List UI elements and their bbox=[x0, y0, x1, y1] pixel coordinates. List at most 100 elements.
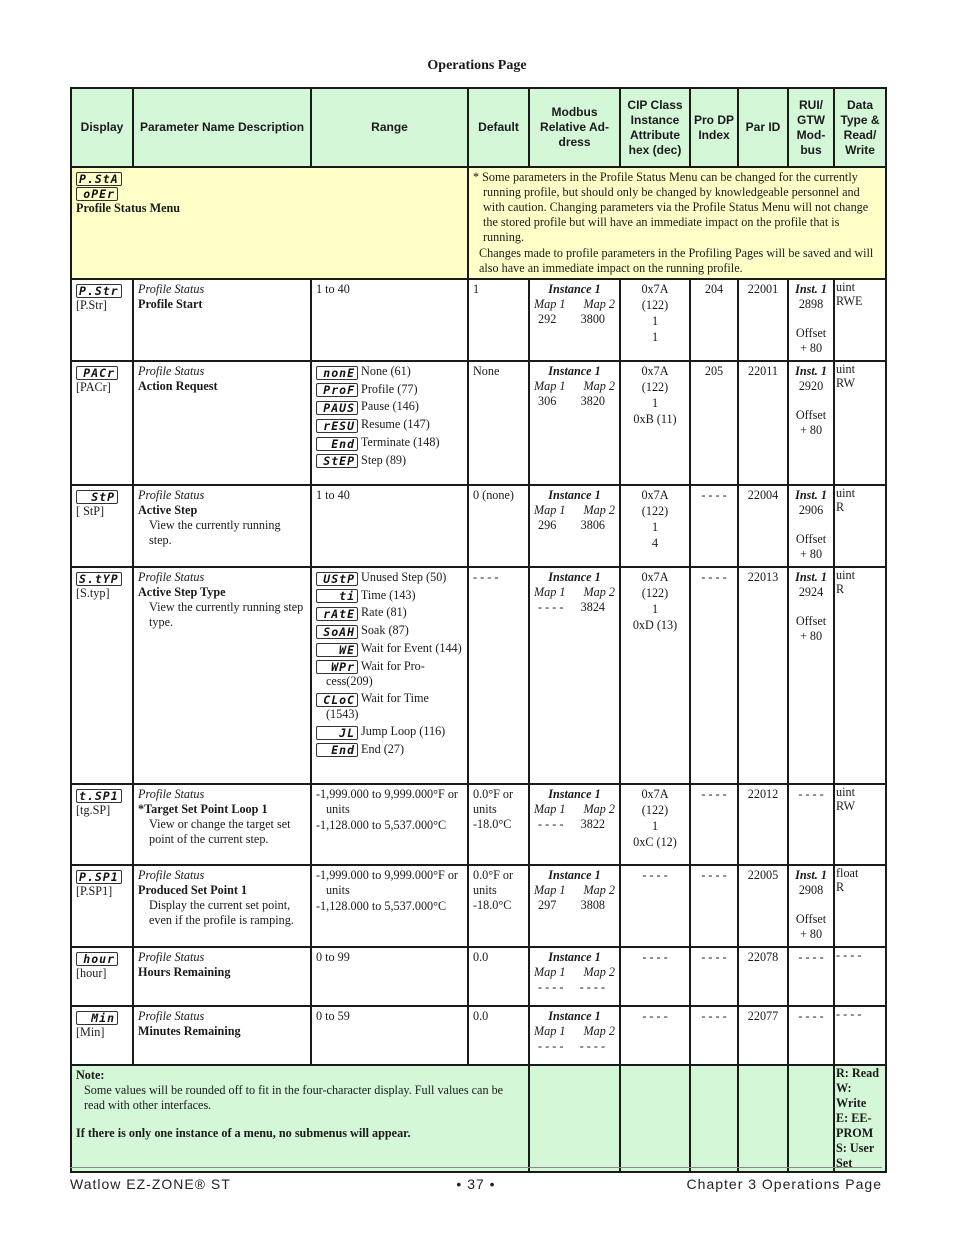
default-value: 0.0 bbox=[473, 950, 489, 964]
note-row: Note: Some values will be rounded off to… bbox=[70, 1064, 887, 1173]
parameter-cell: Profile Status Profile Start bbox=[132, 278, 312, 362]
range-option: UStP Unused Step (50) bbox=[316, 570, 463, 586]
data-type: uint bbox=[836, 785, 855, 799]
display-abbreviation: [ StP] bbox=[76, 503, 105, 518]
cip-value: 1 bbox=[651, 520, 659, 534]
parameter-name: Active Step Type bbox=[138, 585, 226, 599]
parameter-row: S.tYP [S.typ] Profile Status Active Step Ty… bbox=[70, 566, 887, 785]
rui-value: 2906 bbox=[798, 503, 824, 517]
prodp-value: - - - - bbox=[701, 1009, 727, 1023]
display-cell: hour [hour] bbox=[70, 946, 134, 1007]
prodp-cell: - - - - bbox=[689, 566, 739, 785]
parameter-cell: Profile Status Action Request bbox=[132, 360, 312, 486]
map2-value: 3808 bbox=[580, 898, 605, 912]
note-empty-cell bbox=[689, 1064, 739, 1173]
default-cell: 1 bbox=[467, 278, 530, 362]
parameter-cell: Profile Status Minutes Remaining bbox=[132, 1005, 312, 1066]
display-abbreviation: [PACr] bbox=[76, 379, 111, 394]
parameter-name: Action Request bbox=[138, 379, 218, 393]
range-value: -1,128.000 to 5,537.000°C bbox=[316, 899, 447, 913]
lcd-option-icon: UStP bbox=[316, 571, 358, 586]
read-write: R bbox=[836, 880, 845, 894]
data-type: - - - - bbox=[836, 1007, 862, 1021]
cip-cell: - - - - bbox=[619, 946, 691, 1007]
default-cell: 0.0 bbox=[467, 1005, 530, 1066]
parameter-cell: Profile Status Active Step Type View the c… bbox=[132, 566, 312, 785]
modbus-cell: Instance 1 Map 1 Map 2 306 3820 bbox=[528, 360, 621, 486]
default-cell: - - - - bbox=[467, 566, 530, 785]
range-option: WPr Wait for Pro-cess(209) bbox=[316, 659, 463, 690]
cip-value: - - - - bbox=[642, 868, 668, 882]
parameter-cell: Profile Status *Target Set Point Loop 1 Vi… bbox=[132, 783, 312, 866]
range-option: CLoC Wait for Time (1543) bbox=[316, 691, 463, 722]
prodp-value: 204 bbox=[704, 282, 724, 296]
modbus-instance: Instance 1 bbox=[548, 282, 601, 296]
cip-value: 0x7A bbox=[641, 364, 669, 378]
modbus-cell: Instance 1 Map 1 Map 2 292 3800 bbox=[528, 278, 621, 362]
range-option: ti Time (143) bbox=[316, 588, 463, 604]
rui-value: - - - - bbox=[798, 1009, 824, 1023]
modbus-instance: Instance 1 bbox=[548, 950, 601, 964]
display-cell: PACr [PACr] bbox=[70, 360, 134, 486]
display-abbreviation: [Min] bbox=[76, 1024, 105, 1039]
prodp-value: - - - - bbox=[701, 570, 727, 584]
lcd-display-icon: oPEr bbox=[76, 187, 118, 202]
lcd-option-icon: End bbox=[316, 436, 358, 451]
legend-item: W: Write bbox=[836, 1081, 867, 1110]
lcd-option-icon: rAtE bbox=[316, 607, 358, 622]
map2-label: Map 2 bbox=[583, 379, 615, 393]
read-write: R bbox=[836, 500, 845, 514]
parid-value: 22012 bbox=[747, 787, 779, 801]
parameter-row: P.SP1 [P.SP1] Profile Status Produced Set P… bbox=[70, 864, 887, 948]
parameter-row: t.SP1 [tg.SP] Profile Status *Target Set Po… bbox=[70, 783, 887, 866]
parid-value: 22078 bbox=[747, 950, 779, 964]
parid-cell: 22011 bbox=[737, 360, 789, 486]
col-header-prodp: Pro DP Index bbox=[689, 87, 739, 168]
range-value: 0 to 99 bbox=[316, 950, 350, 964]
data-type: float bbox=[836, 866, 859, 880]
map1-label: Map 1 bbox=[534, 1024, 566, 1038]
map1-value: 292 bbox=[538, 312, 557, 326]
map2-value: - - - - bbox=[579, 1039, 605, 1053]
display-abbreviation: [hour] bbox=[76, 965, 107, 980]
map1-label: Map 1 bbox=[534, 297, 566, 311]
parid-cell: 22005 bbox=[737, 864, 789, 948]
menu-note-2: Changes made to profile parameters in th… bbox=[479, 246, 874, 275]
col-header-display: Display bbox=[70, 87, 134, 168]
cip-value: 1 bbox=[651, 314, 659, 328]
map1-label: Map 1 bbox=[534, 965, 566, 979]
parameter-group: Profile Status bbox=[138, 787, 205, 801]
parameter-name: Profile Start bbox=[138, 297, 203, 311]
cip-value: - - - - bbox=[642, 950, 668, 964]
default-cell: 0.0°F or units -18.0°C bbox=[467, 864, 530, 948]
prodp-value: - - - - bbox=[701, 868, 727, 882]
option-label: Rate (81) bbox=[361, 605, 407, 620]
cip-cell: - - - - bbox=[619, 1005, 691, 1066]
lcd-option-icon: WPr bbox=[316, 660, 358, 675]
lcd-display-icon: P.Str bbox=[76, 283, 122, 298]
cip-cell: 0x7A (122) 1 0xC (12) bbox=[619, 783, 691, 866]
option-label: Terminate (148) bbox=[360, 434, 440, 449]
cip-value: 0xB (11) bbox=[633, 412, 677, 426]
map2-value: - - - - bbox=[579, 980, 605, 994]
datatype-cell: uint RW bbox=[833, 783, 887, 866]
map1-value: 296 bbox=[538, 518, 557, 532]
range-option: nonE None (61) bbox=[316, 364, 463, 380]
cip-cell: 0x7A (122) 1 4 bbox=[619, 484, 691, 568]
cip-value: (122) bbox=[641, 298, 669, 312]
prodp-cell: - - - - bbox=[689, 864, 739, 948]
option-label: Soak (87) bbox=[361, 623, 409, 638]
parid-value: 22005 bbox=[747, 868, 779, 882]
option-label: None (61) bbox=[361, 364, 411, 378]
prodp-value: - - - - bbox=[701, 787, 727, 801]
prodp-value: - - - - bbox=[701, 950, 727, 964]
legend-item: R: Read bbox=[836, 1066, 879, 1080]
cip-value: 1 bbox=[651, 396, 659, 410]
note-text: Some values will be rounded off to fit i… bbox=[84, 1083, 504, 1112]
lcd-option-icon: JL bbox=[316, 725, 358, 740]
map2-label: Map 2 bbox=[583, 585, 615, 599]
footer-chapter: Chapter 3 Operations Page bbox=[686, 1176, 882, 1192]
default-value: - - - - bbox=[473, 570, 499, 584]
parid-value: 22013 bbox=[747, 570, 779, 584]
legend-item: E: EE-PROM bbox=[836, 1111, 874, 1140]
